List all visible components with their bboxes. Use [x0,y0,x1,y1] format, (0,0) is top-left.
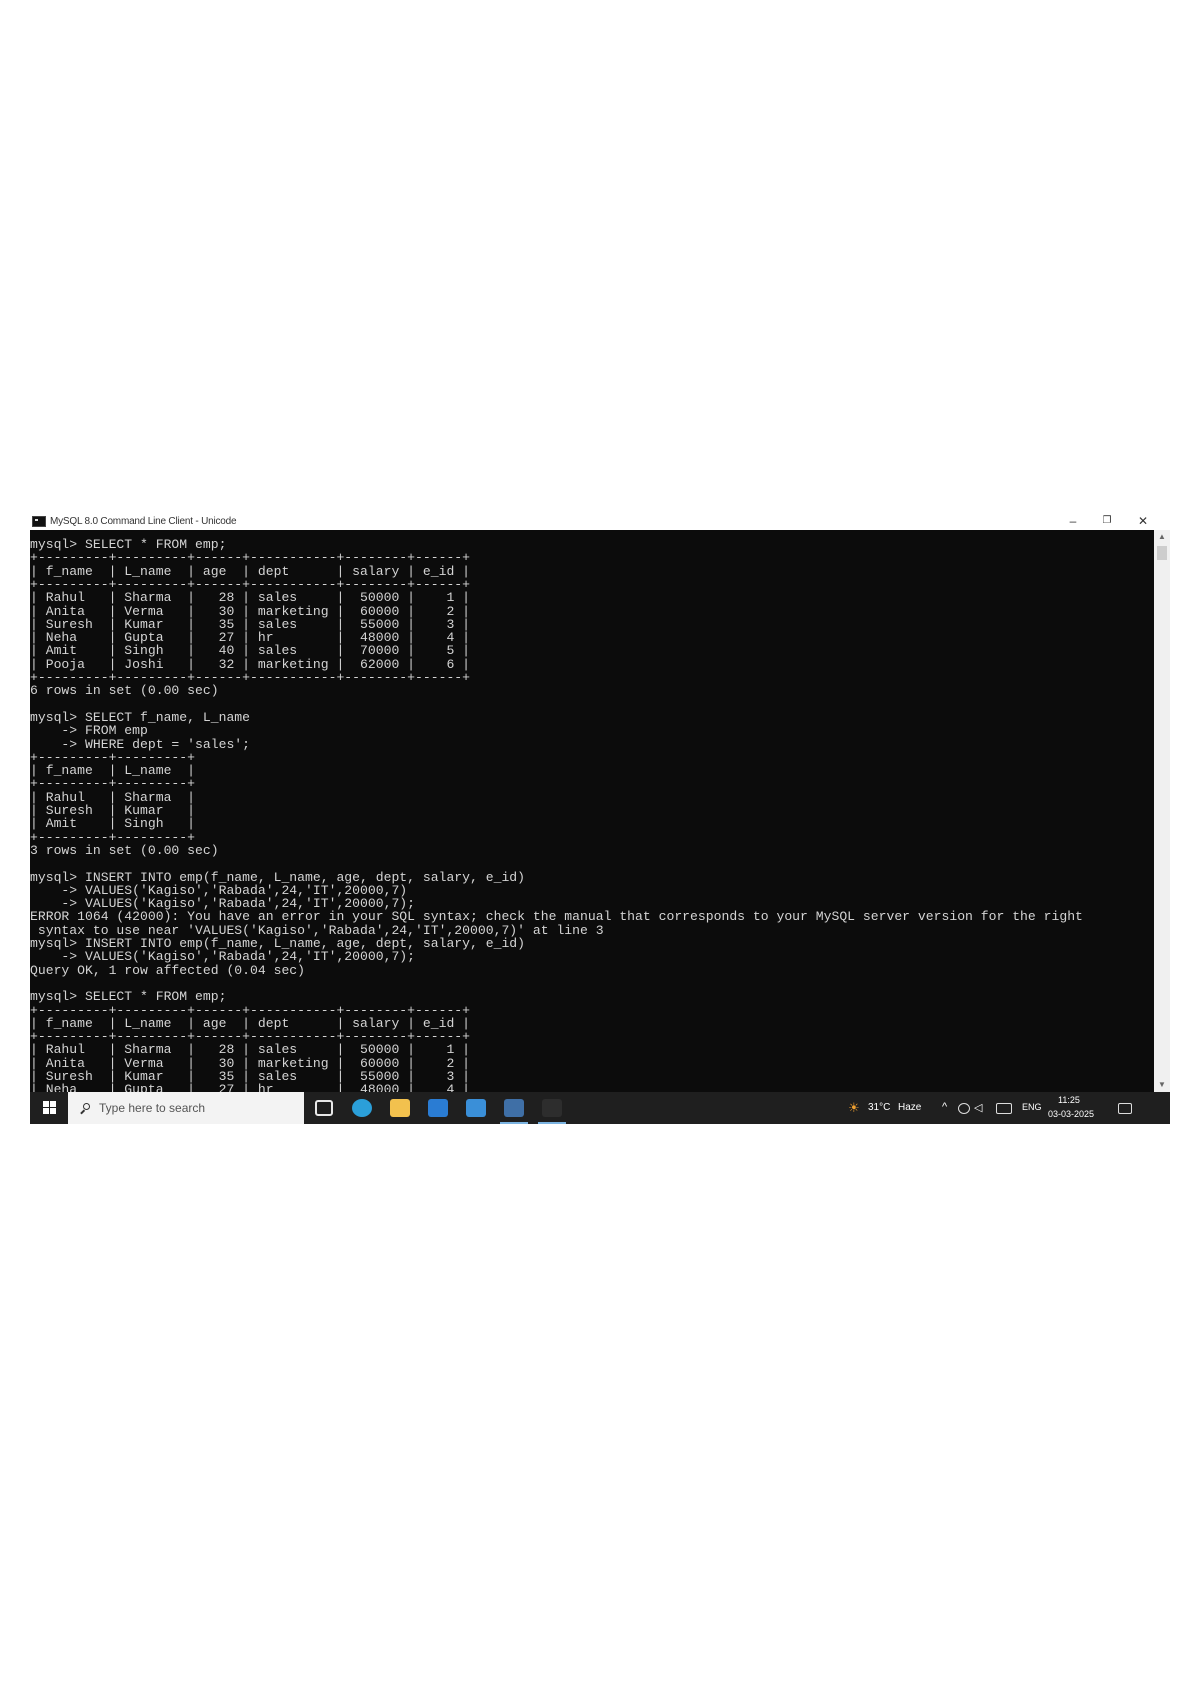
mysql-console-window: MySQL 8.0 Command Line Client - Unicode … [30,512,1170,1124]
console-line: | f_name | L_name | age | dept | salary … [30,1015,471,1031]
windows-logo-pane [50,1101,56,1107]
edge-icon [352,1099,372,1117]
clock-time[interactable]: 11:25 [1058,1095,1080,1105]
console-line: mysql> INSERT INTO emp(f_name, L_name, a… [30,936,526,951]
console-line: | Suresh | Kumar | 35 | sales | 55000 | … [30,616,471,632]
title-bar[interactable]: MySQL 8.0 Command Line Client - Unicode … [30,512,1170,530]
system-tray: ☀ 31°C Haze ^ ◁ ENG 11:25 03-03-2025 [840,1092,1170,1124]
window-title: MySQL 8.0 Command Line Client - Unicode [50,515,237,527]
language-indicator[interactable]: ENG [1022,1102,1042,1112]
console-line: | Anita | Verma | 30 | marketing | 60000… [30,1055,471,1071]
console-line: +---------+---------+------+-----------+… [30,1002,471,1018]
console-line: | Rahul | Sharma | 28 | sales | 50000 | … [30,1042,471,1058]
console-line: -> FROM emp [30,723,148,739]
console-line: mysql> SELECT f_name, L_name [30,709,251,725]
console-line: +---------+---------+------+-----------+… [30,670,471,685]
console-line: +---------+---------+ [30,829,196,845]
console-line: | f_name | L_name | age | dept | salary … [30,563,471,579]
windows-logo-pane [50,1108,56,1114]
weather-temp[interactable]: 31°C [868,1102,890,1113]
notification-icon[interactable] [1118,1103,1132,1114]
console-line: | Neha | Gupta | 27 | hr | 48000 | 4 | [30,1082,471,1092]
minimize-button[interactable]: – [1056,512,1090,530]
console-line: | Pooja | Joshi | 32 | marketing | 62000… [30,656,471,672]
console-line: +---------+---------+ [30,749,196,765]
console-line: +---------+---------+ [30,776,196,792]
taskbar-app-edge[interactable] [342,1092,382,1124]
console-line: -> VALUES('Kagiso','Rabada',24,'IT',2000… [30,949,416,965]
keyboard-icon[interactable] [996,1103,1012,1114]
taskbar-app-store[interactable] [456,1092,496,1124]
console-line: | Anita | Verma | 30 | marketing | 60000… [30,603,471,619]
console-line: syntax to use near 'VALUES('Kagiso','Rab… [30,922,604,938]
close-button[interactable]: ✕ [1126,512,1160,530]
network-icon[interactable] [958,1103,970,1114]
console-line: +---------+---------+------+-----------+… [30,550,471,566]
console-line: ERROR 1064 (42000): You have an error in… [30,909,1083,925]
console-line: +---------+---------+------+-----------+… [30,1029,471,1045]
console-line: | Suresh | Kumar | [30,803,196,818]
mysql-workbench-icon [504,1099,524,1117]
chevron-up-icon[interactable]: ^ [942,1101,947,1113]
volume-icon[interactable]: ◁ [974,1101,982,1114]
command-line-icon [542,1099,562,1117]
console-line: +---------+---------+------+-----------+… [30,576,471,592]
console-app-icon [32,515,46,527]
console-line: | Rahul | Sharma | [30,789,196,805]
console-line: -> VALUES('Kagiso','Rabada',24,'IT',2000… [30,882,408,898]
weather-condition[interactable]: Haze [898,1102,921,1113]
outlook-icon [428,1099,448,1117]
search-placeholder: Type here to search [99,1101,206,1115]
console-line: 6 rows in set (0.00 sec) [30,683,219,699]
windows-logo-pane [43,1108,49,1114]
console-line: Query OK, 1 row affected (0.04 sec) [30,962,306,978]
taskbar-app-mysql-workbench[interactable] [494,1092,534,1124]
search-icon [80,1102,91,1114]
console-line: mysql> SELECT * FROM emp; [30,989,227,1005]
console-output[interactable]: mysql> SELECT * FROM emp; +---------+----… [30,530,1154,1092]
taskbar-app-file-explorer[interactable] [380,1092,420,1124]
file-explorer-icon [390,1099,410,1117]
weather-icon[interactable]: ☀ [848,1100,860,1116]
taskbar: Type here to search ☀ 31°C Haze ^ ◁ ENG … [30,1092,1170,1124]
console-line: | Suresh | Kumar | 35 | sales | 55000 | … [30,1069,471,1084]
clock-date[interactable]: 03-03-2025 [1048,1109,1094,1119]
scroll-thumb[interactable] [1157,546,1167,560]
scroll-down-arrow-icon[interactable]: ▼ [1154,1078,1170,1092]
start-button[interactable] [30,1092,68,1124]
console-line: mysql> INSERT INTO emp(f_name, L_name, a… [30,869,526,885]
console-line: mysql> SELECT * FROM emp; [30,537,227,552]
store-icon [466,1099,486,1117]
windows-logo-icon [43,1101,49,1107]
taskbar-search-box[interactable]: Type here to search [68,1092,304,1124]
console-line: -> WHERE dept = 'sales'; [30,736,251,752]
task-view-icon [315,1100,333,1116]
console-line: | f_name | L_name | [30,763,196,779]
restore-button[interactable]: ❐ [1090,512,1124,530]
taskbar-app-task-view[interactable] [304,1092,344,1124]
console-line: 3 rows in set (0.00 sec) [30,842,219,858]
console-line: | Rahul | Sharma | 28 | sales | 50000 | … [30,590,471,606]
console-line: | Neha | Gupta | 27 | hr | 48000 | 4 | [30,630,471,646]
taskbar-app-command-line[interactable] [532,1092,572,1124]
console-line: | Amit | Singh | 40 | sales | 70000 | 5 … [30,643,471,659]
taskbar-app-outlook[interactable] [418,1092,458,1124]
console-line: -> VALUES('Kagiso','Rabada',24,'IT',2000… [30,896,416,912]
vertical-scrollbar[interactable]: ▲ ▼ [1154,530,1170,1092]
console-line: | Amit | Singh | [30,816,196,832]
scroll-up-arrow-icon[interactable]: ▲ [1154,530,1170,544]
